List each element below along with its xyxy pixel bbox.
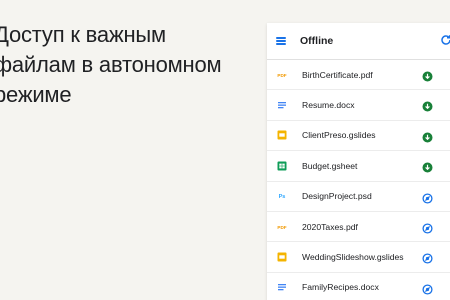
file-name: FamilyRecipes.docx (302, 282, 379, 293)
slides-file-icon (276, 129, 288, 141)
offline-file-list: PDF BirthCertificate.pdf Resume.docx Client… (267, 60, 450, 300)
downloaded-check-icon (422, 99, 433, 117)
photoshop-file-icon: Ps (276, 190, 288, 202)
promo-headline: Доступ к важным файлам в автономном режи… (0, 22, 222, 107)
sheets-file-icon (276, 160, 288, 172)
file-row[interactable]: PDF BirthCertificate.pdf (267, 60, 450, 91)
file-name: 2020Taxes.pdf (302, 221, 358, 232)
app-bar: Offline (267, 23, 450, 60)
file-name: ClientPreso.gslides (302, 130, 376, 141)
file-name: Budget.gsheet (302, 160, 358, 171)
file-row[interactable]: Resume.docx (267, 90, 450, 121)
file-row[interactable]: Budget.gsheet (267, 151, 450, 182)
drive-offline-panel: Offline PDF BirthCertificate.pdf Resume.do… (267, 23, 450, 300)
docs-file-icon (276, 281, 288, 293)
sync-pending-icon (422, 282, 433, 300)
pdf-file-icon: PDF (276, 69, 288, 81)
file-row[interactable]: PDF 2020Taxes.pdf (267, 212, 450, 243)
page-title: Offline (300, 35, 334, 47)
sync-pending-icon (422, 251, 433, 269)
sync-pending-icon (422, 191, 433, 209)
sync-pending-icon (422, 221, 433, 239)
svg-text:PDF: PDF (277, 73, 286, 78)
docs-file-icon (276, 99, 288, 111)
file-name: WeddingSlideshow.gslides (302, 252, 404, 263)
pdf-file-icon: PDF (276, 221, 288, 233)
svg-text:PDF: PDF (277, 225, 286, 230)
file-row[interactable]: ClientPreso.gslides (267, 121, 450, 152)
file-row[interactable]: Ps DesignProject.psd (267, 182, 450, 212)
downloaded-check-icon (422, 69, 433, 87)
file-name: Resume.docx (302, 100, 355, 111)
file-row[interactable]: FamilyRecipes.docx (267, 273, 450, 300)
sync-icon[interactable] (440, 34, 450, 46)
svg-text:Ps: Ps (279, 194, 286, 200)
slides-file-icon (276, 251, 288, 263)
file-name: BirthCertificate.pdf (302, 69, 373, 80)
file-name: DesignProject.psd (302, 191, 372, 202)
file-row[interactable]: WeddingSlideshow.gslides (267, 242, 450, 273)
downloaded-check-icon (422, 160, 433, 178)
downloaded-check-icon (422, 130, 433, 148)
hamburger-menu-icon[interactable] (276, 36, 286, 46)
